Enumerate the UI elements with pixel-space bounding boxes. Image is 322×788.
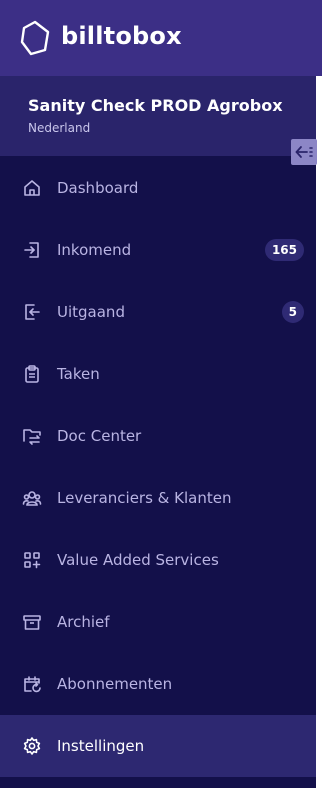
archive-box-icon: [22, 612, 42, 632]
organization-switcher[interactable]: Sanity Check PROD Agrobox Nederland: [0, 76, 316, 156]
nav-item-label: Archief: [57, 613, 110, 631]
clipboard-icon: [22, 364, 42, 384]
inbox-in-icon: [22, 240, 42, 260]
sidebar: billtobox Sanity Check PROD Agrobox Nede…: [0, 0, 322, 788]
home-icon: [22, 178, 42, 198]
nav-item-value-added-services[interactable]: Value Added Services: [0, 529, 316, 591]
nav-item-leveranciers-klanten[interactable]: Leveranciers & Klanten: [0, 467, 316, 529]
gear-icon: [22, 736, 42, 756]
nav-item-label: Inkomend: [57, 241, 132, 259]
collapse-arrow-icon: [295, 145, 313, 159]
nav-item-taken[interactable]: Taken: [0, 343, 316, 405]
brand-name[interactable]: billtobox: [61, 22, 182, 50]
nav-item-inkomend[interactable]: Inkomend 165: [0, 219, 316, 281]
nav-item-label: Taken: [57, 365, 100, 383]
nav-item-label: Instellingen: [57, 737, 145, 755]
nav-item-label: Dashboard: [57, 179, 139, 197]
billtobox-logo-icon[interactable]: [19, 20, 51, 56]
count-badge: 165: [264, 239, 304, 261]
nav-item-dashboard[interactable]: Dashboard: [0, 157, 316, 219]
nav-item-label: Value Added Services: [57, 551, 219, 569]
nav-item-label: Abonnementen: [57, 675, 173, 693]
brand-header: billtobox: [0, 0, 322, 76]
organization-name: Sanity Check PROD Agrobox: [28, 96, 283, 115]
calendar-repeat-icon: [22, 674, 42, 694]
collapse-sidebar-button[interactable]: [291, 139, 317, 165]
apps-add-icon: [22, 550, 42, 570]
sidebar-footer: [0, 779, 316, 788]
nav-item-instellingen[interactable]: Instellingen: [0, 715, 316, 777]
outbox-out-icon: [22, 302, 42, 322]
nav-item-archief[interactable]: Archief: [0, 591, 316, 653]
count-badge: 5: [281, 301, 304, 323]
nav-item-label: Doc Center: [57, 427, 142, 445]
folder-transfer-icon: [22, 426, 42, 446]
nav-item-uitgaand[interactable]: Uitgaand 5: [0, 281, 316, 343]
nav-item-label: Uitgaand: [57, 303, 125, 321]
nav-item-abonnementen[interactable]: Abonnementen: [0, 653, 316, 715]
nav-item-label: Leveranciers & Klanten: [57, 489, 232, 507]
users-icon: [22, 488, 42, 508]
nav-item-doc-center[interactable]: Doc Center: [0, 405, 316, 467]
main-nav: Dashboard Inkomend 165 Uitgaand 5 Taken …: [0, 157, 316, 777]
organization-country: Nederland: [28, 121, 91, 135]
